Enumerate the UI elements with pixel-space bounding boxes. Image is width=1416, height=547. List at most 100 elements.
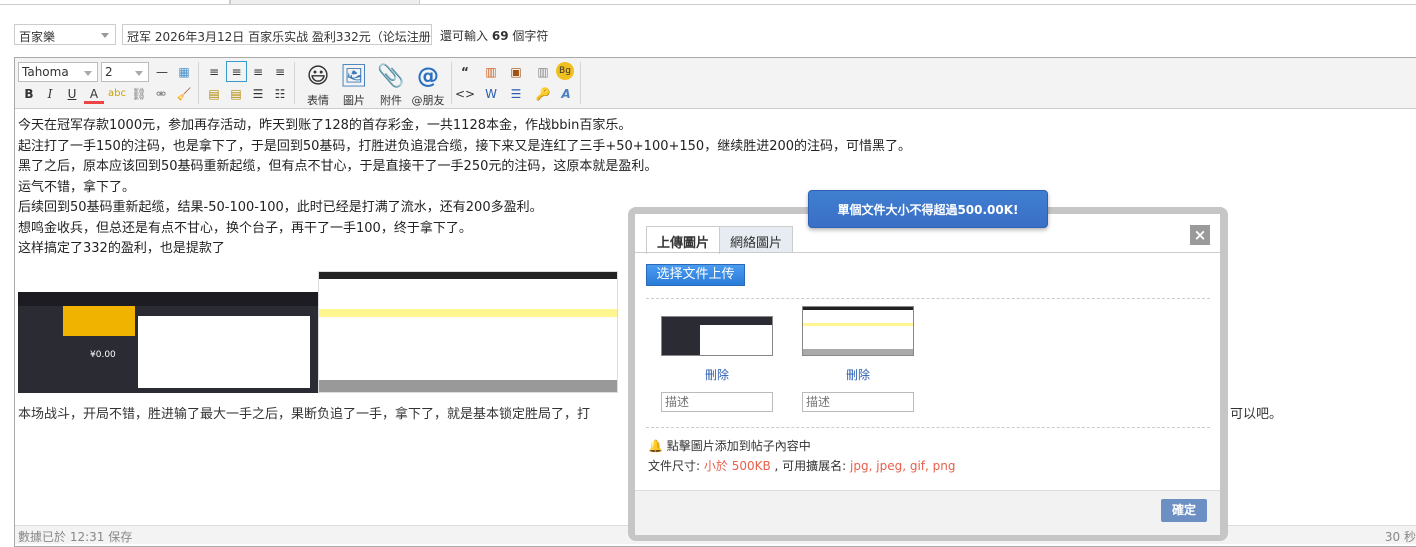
mention-label: @朋友 [411,94,445,107]
file-limits: 文件尺寸: 小於 500KB , 可用擴展名: jpg, jpeg, gif, … [648,457,955,474]
tab-web-image[interactable]: 網絡圖片 [719,226,794,253]
thumbnail-image[interactable] [661,316,773,356]
insert-image-icon[interactable]: ▣ [506,62,526,82]
unordered-list-icon[interactable]: ☷ [270,84,290,104]
italic-icon[interactable]: I [40,84,60,104]
ext-label: , 可用擴展名: [774,459,847,473]
align-justify-icon[interactable]: ≡ [204,62,224,82]
counter-prefix: 還可輸入 [440,29,489,43]
background-icon[interactable]: Bg [556,62,574,80]
float-right-icon[interactable]: ▤ [226,84,246,104]
screenshot-image-records[interactable] [318,271,618,393]
error-toast: 單個文件大小不得超過500.00K! [808,190,1048,228]
word-icon[interactable]: W [481,84,501,104]
top-tab-active[interactable] [0,0,230,5]
dialog-footer [635,490,1220,535]
confirm-button[interactable]: 確定 [1161,499,1207,522]
thumbnail-image[interactable] [802,306,914,356]
divider [451,62,452,104]
image-footer [319,380,617,392]
divider [646,298,1210,299]
paragraph: 今天在冠军存款1000元，参加再存活动，昨天到账了128的首存彩金，一共1128… [18,118,632,133]
counter-number: 69 [491,29,509,43]
divider [198,62,199,104]
thumbnail-footer [803,349,913,355]
attachment-label: 附件 [380,94,402,107]
paragraph: 黑了之后，原本应该回到50基码重新起缆，但有点不甘心，于是直接干了一手250元的… [18,159,658,174]
image-button[interactable]: 🖼 圖片 [334,62,374,108]
align-left-icon[interactable]: ≡ [226,61,247,82]
autosave-interval: 30 秒 [1384,530,1416,544]
divider [635,252,1220,253]
ext-value: jpg, jpeg, gif, png [850,459,956,473]
select-file-button[interactable]: 选择文件上传 [646,264,745,286]
underline-icon[interactable]: U [62,84,82,104]
horizontal-rule-icon[interactable]: — [152,62,172,82]
columns-icon[interactable]: ▥ [533,62,553,82]
attachment-button[interactable]: 📎 附件 [371,62,411,108]
delete-link[interactable]: 刪除 [661,366,773,383]
emoji-button[interactable]: 😃 表情 [298,62,338,108]
table-icon[interactable]: ▦ [174,62,194,82]
delete-link[interactable]: 刪除 [802,366,914,383]
thumbnail-header [803,307,913,310]
counter-suffix: 個字符 [512,29,549,43]
smiley-icon: 😃 [306,64,330,89]
category-select[interactable]: 百家樂 [14,24,116,45]
key-icon[interactable]: 🔑 [533,84,553,104]
image-label: 圖片 [343,94,365,107]
spellcheck-icon[interactable]: abc [107,84,127,104]
font-style-icon[interactable]: A [556,84,576,104]
font-color-icon[interactable]: A [84,84,104,104]
image-highlight-row [319,309,617,317]
divider [580,62,581,104]
size-value: 2 [105,65,113,79]
link-icon[interactable]: ⛓ [129,84,149,104]
font-select[interactable]: Tahoma [18,62,98,82]
screenshot-image-account[interactable]: ¥0.00 [18,292,318,393]
thumbnail-highlight [803,323,913,326]
ordered-list-icon[interactable]: ☰ [248,84,268,104]
align-center-icon[interactable]: ≡ [248,62,268,82]
bold-icon[interactable]: B [19,84,39,104]
close-icon[interactable]: × [1190,225,1210,245]
tab-upload-image[interactable]: 上傳圖片 [646,226,721,254]
description-input[interactable] [802,392,914,412]
unlink-icon[interactable]: ⚮ [151,84,171,104]
at-icon: @ [417,64,439,89]
float-left-icon[interactable]: ▤ [204,84,224,104]
divider [294,62,295,104]
chevron-down-icon [84,71,92,80]
free-icon[interactable]: ▥ [481,62,501,82]
quote-icon[interactable]: “ [455,62,475,82]
paragraph: 起注打了一手150的注码，也是拿下了，于是回到50基码，打胜进负追混合缆，接下来… [18,138,912,154]
image-balance: ¥0.00 [90,350,116,360]
code-icon[interactable]: <> [455,84,475,104]
description-input[interactable] [661,392,773,412]
thumbnail-detail [700,325,772,355]
chevron-down-icon [101,33,109,42]
indent-icon[interactable]: ☰ [506,84,526,104]
hint-row: 🔔 點擊圖片添加到帖子內容中 [648,437,811,454]
align-right-icon[interactable]: ≡ [270,62,290,82]
paragraph: 本场战斗，开局不错，胜进输了最大一手之后，果断负追了一手，拿下了，就是基本锁定胜… [18,407,591,422]
size-label: 文件尺寸: [648,459,701,473]
bell-icon: 🔔 [648,439,663,453]
divider [420,4,1416,5]
title-input[interactable]: 冠军 2026年3月12日 百家乐实战 盈利332元（论坛注册） [122,24,432,45]
image-header [319,272,617,279]
divider [646,427,1210,428]
size-select[interactable]: 2 [101,62,149,82]
clear-format-icon[interactable]: 🧹 [174,84,194,104]
chevron-down-icon [135,71,143,80]
top-tab[interactable] [230,0,420,5]
paperclip-icon: 📎 [377,64,405,89]
char-counter: 還可輸入 69 個字符 [440,27,548,44]
paragraph-end: 可以吧。 [1230,407,1283,422]
image-table [138,316,310,388]
paragraph: 运气不错，拿下了。 [18,179,136,195]
size-value: 小於 500KB [703,459,771,473]
font-value: Tahoma [22,65,69,79]
image-header [18,292,318,306]
mention-button[interactable]: @ @朋友 [408,62,448,108]
